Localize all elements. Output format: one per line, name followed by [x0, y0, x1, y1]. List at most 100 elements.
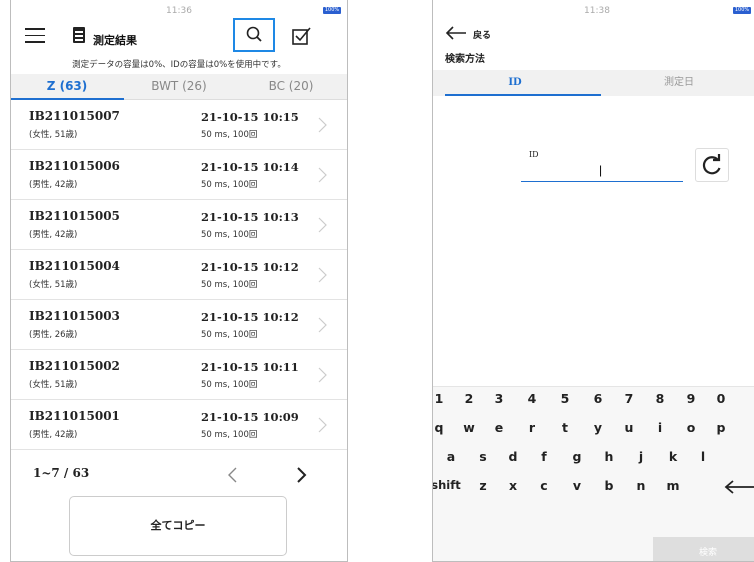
key-i[interactable]: i [650, 420, 670, 435]
chevron-right-icon [318, 417, 327, 433]
refresh-icon [702, 154, 721, 175]
record-id: IB211015003 [29, 309, 120, 323]
record-id: IB211015006 [29, 159, 120, 173]
table-row[interactable]: IB211015001 (男性, 42歳) 21-10-15 10:09 50 … [11, 400, 347, 450]
key-k[interactable]: k [663, 449, 683, 464]
record-date: 21-10-15 10:11 [201, 360, 299, 374]
record-date: 21-10-15 10:15 [201, 110, 299, 124]
refresh-button[interactable] [695, 148, 729, 182]
checkbox-icon [292, 27, 311, 45]
search-screen: 11:38 100% 戻る 検索方法 ID 測定日 ID 1 2 3 4 5 6… [432, 0, 754, 562]
table-row[interactable]: IB211015002 (女性, 51歳) 21-10-15 10:11 50 … [11, 350, 347, 400]
key-r[interactable]: r [522, 420, 542, 435]
key-f[interactable]: f [534, 449, 554, 464]
search-method-label: 検索方法 [445, 54, 485, 65]
tab-measure-date[interactable]: 測定日 [597, 70, 754, 96]
key-z[interactable]: z [473, 478, 493, 493]
battery-icon: 100% [323, 7, 341, 14]
battery-icon: 100% [733, 7, 751, 14]
search-method-tabs: ID 測定日 [433, 70, 754, 96]
table-row[interactable]: IB211015007 (女性, 51歳) 21-10-15 10:15 50 … [11, 100, 347, 150]
key-b[interactable]: b [599, 478, 619, 493]
select-mode-button[interactable] [291, 26, 313, 46]
record-date: 21-10-15 10:12 [201, 310, 299, 324]
record-info: (男性, 42歳) [29, 180, 78, 190]
copy-all-button[interactable]: 全てコピー [69, 496, 287, 556]
key-v[interactable]: v [567, 478, 587, 493]
record-info: (男性, 26歳) [29, 330, 78, 340]
key-4[interactable]: 4 [522, 391, 542, 406]
active-tab-indicator [445, 94, 601, 96]
key-e[interactable]: e [489, 420, 509, 435]
back-arrow-icon[interactable] [445, 26, 467, 40]
key-shift[interactable]: shift [433, 478, 463, 492]
key-h[interactable]: h [599, 449, 619, 464]
key-y[interactable]: y [588, 420, 608, 435]
key-8[interactable]: 8 [650, 391, 670, 406]
record-id: IB211015002 [29, 359, 120, 373]
chevron-right-icon [318, 117, 327, 133]
table-row[interactable]: IB211015004 (女性, 51歳) 21-10-15 10:12 50 … [11, 250, 347, 300]
key-m[interactable]: m [663, 478, 683, 493]
page-title: 測定結果 [93, 34, 137, 47]
menu-icon[interactable] [25, 28, 45, 44]
tab-bc[interactable]: BC (20) [235, 74, 347, 99]
key-a[interactable]: a [441, 449, 461, 464]
tab-bwt[interactable]: BWT (26) [123, 74, 235, 99]
key-g[interactable]: g [567, 449, 587, 464]
status-bar: 11:36 100% [11, 0, 347, 22]
record-list: IB211015007 (女性, 51歳) 21-10-15 10:15 50 … [11, 100, 347, 450]
tab-id[interactable]: ID [433, 70, 597, 96]
record-params: 50 ms, 100回 [201, 280, 258, 290]
tab-z[interactable]: Z (63) [11, 74, 123, 99]
record-info: (女性, 51歳) [29, 130, 78, 140]
id-input[interactable] [521, 158, 683, 182]
search-submit-button[interactable]: 検索 [653, 537, 754, 561]
table-row[interactable]: IB211015003 (男性, 26歳) 21-10-15 10:12 50 … [11, 300, 347, 350]
key-1[interactable]: 1 [433, 391, 449, 406]
record-date: 21-10-15 10:14 [201, 160, 299, 174]
key-6[interactable]: 6 [588, 391, 608, 406]
record-params: 50 ms, 100回 [201, 230, 258, 240]
table-row[interactable]: IB211015005 (男性, 42歳) 21-10-15 10:13 50 … [11, 200, 347, 250]
key-3[interactable]: 3 [489, 391, 509, 406]
record-id: IB211015007 [29, 109, 120, 123]
key-s[interactable]: s [473, 449, 493, 464]
back-button[interactable]: 戻る [473, 28, 491, 41]
key-d[interactable]: d [503, 449, 523, 464]
key-n[interactable]: n [631, 478, 651, 493]
key-c[interactable]: c [534, 478, 554, 493]
key-q[interactable]: q [433, 420, 449, 435]
key-o[interactable]: o [681, 420, 701, 435]
key-x[interactable]: x [503, 478, 523, 493]
keyboard-row-qwerty: q w e r t y u i o p [433, 416, 754, 445]
record-date: 21-10-15 10:12 [201, 260, 299, 274]
chevron-right-icon [318, 317, 327, 333]
search-button[interactable] [233, 18, 275, 52]
chevron-right-icon[interactable] [293, 466, 309, 484]
keyboard-row-numbers: 1 2 3 4 5 6 7 8 9 0 [433, 387, 754, 416]
chevron-right-icon [318, 367, 327, 383]
key-5[interactable]: 5 [555, 391, 575, 406]
key-u[interactable]: u [619, 420, 639, 435]
key-t[interactable]: t [555, 420, 575, 435]
key-j[interactable]: j [631, 449, 651, 464]
record-params: 50 ms, 100回 [201, 130, 258, 140]
keyboard-row-zxcv: shift z x c v b n m [433, 474, 754, 503]
app-header: 測定結果 [11, 18, 347, 64]
key-l[interactable]: l [693, 449, 713, 464]
key-p[interactable]: p [711, 420, 731, 435]
key-0[interactable]: 0 [711, 391, 731, 406]
status-time: 11:36 [166, 6, 192, 16]
record-id: IB211015004 [29, 259, 120, 273]
chevron-left-icon[interactable] [225, 466, 241, 484]
key-9[interactable]: 9 [681, 391, 701, 406]
category-tabs: Z (63) BWT (26) BC (20) [11, 74, 347, 100]
backspace-icon[interactable] [723, 480, 754, 494]
key-7[interactable]: 7 [619, 391, 639, 406]
key-w[interactable]: w [459, 420, 479, 435]
table-row[interactable]: IB211015006 (男性, 42歳) 21-10-15 10:14 50 … [11, 150, 347, 200]
status-time: 11:38 [584, 6, 610, 16]
key-2[interactable]: 2 [459, 391, 479, 406]
search-icon [246, 26, 262, 42]
